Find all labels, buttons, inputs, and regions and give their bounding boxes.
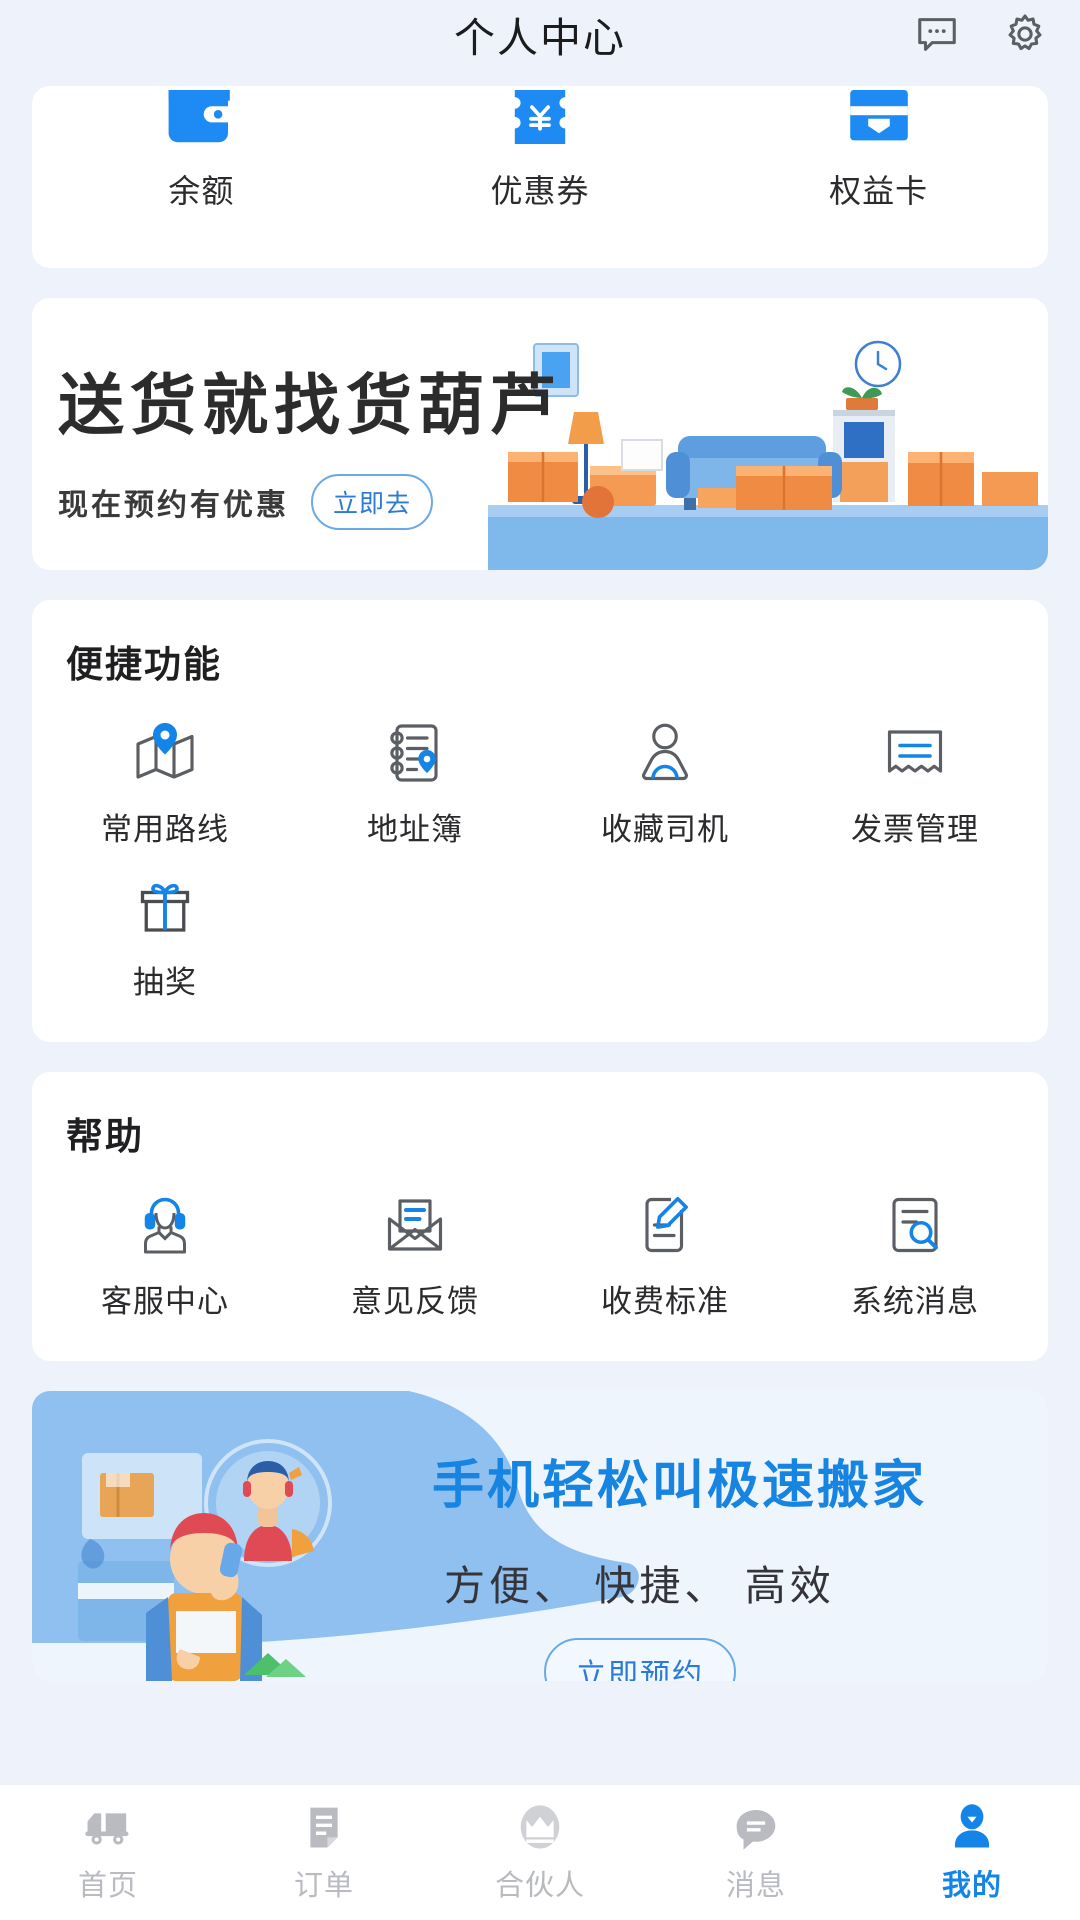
asset-item-balance[interactable]: 余额 (32, 86, 371, 212)
promo-title: 手机轻松叫极速搬家 (432, 1457, 928, 1515)
order-doc-icon (299, 1802, 349, 1852)
coupon-icon (501, 90, 579, 144)
headset-agent-icon (132, 1192, 198, 1258)
header-actions (914, 11, 1048, 57)
help-section: 帮助 客服中心 意见反馈 收费标准 系统消息 (32, 1072, 1048, 1361)
truck-icon (83, 1802, 133, 1852)
grid-item-label: 发票管理 (851, 812, 979, 847)
asset-item-benefit-card[interactable]: 权益卡 (709, 86, 1048, 212)
chat-bubble-icon (731, 1802, 781, 1852)
asset-label: 权益卡 (829, 173, 929, 209)
price-doc-icon (632, 1192, 698, 1258)
help-section-title: 帮助 (66, 1116, 144, 1157)
grid-item-lottery[interactable]: 抽奖 (40, 859, 290, 1012)
grid-item-price-standard[interactable]: 收费标准 (540, 1178, 790, 1331)
tab-partner[interactable]: 合伙人 (432, 1802, 648, 1904)
promo-cta-button[interactable]: 立即预约 (544, 1638, 736, 1681)
promo-illustration (78, 1439, 332, 1681)
grid-item-label: 地址簿 (367, 812, 463, 847)
settings-icon[interactable] (1002, 11, 1048, 57)
hero-subtitle-row: 现在预约有优惠 立即去 (58, 474, 562, 530)
crown-icon (515, 1802, 565, 1852)
message-icon[interactable] (914, 11, 960, 57)
invoice-icon (882, 720, 948, 786)
hero-subtitle: 现在预约有优惠 (58, 489, 289, 522)
grid-item-label: 客服中心 (101, 1284, 229, 1319)
tab-profile[interactable]: 我的 (864, 1802, 1080, 1904)
hero-title: 送货就找货葫芦 (58, 368, 562, 442)
tab-label: 合伙人 (494, 1869, 585, 1902)
grid-item-system-message[interactable]: 系统消息 (790, 1178, 1040, 1331)
favorite-driver-icon (632, 720, 698, 786)
bottom-tab-bar: 首页 订单 合伙人 消息 我的 (0, 1784, 1080, 1920)
gift-icon (132, 873, 198, 939)
envelope-icon (382, 1192, 448, 1258)
grid-item-label: 常用路线 (101, 812, 229, 847)
search-doc-icon (882, 1192, 948, 1258)
grid-item-label: 系统消息 (851, 1284, 979, 1319)
help-grid: 客服中心 意见反馈 收费标准 系统消息 (40, 1178, 1040, 1331)
tab-home[interactable]: 首页 (0, 1802, 216, 1904)
page-title: 个人中心 (454, 15, 626, 61)
page-header: 个人中心 (0, 0, 1080, 68)
convenient-grid: 常用路线 地址簿 收藏司机 发票管理 抽奖 (40, 706, 1040, 1012)
tab-label: 消息 (725, 1869, 786, 1902)
asset-label: 余额 (168, 173, 235, 209)
grid-item-invoice[interactable]: 发票管理 (790, 706, 1040, 859)
convenient-section-title: 便捷功能 (66, 644, 222, 685)
grid-item-favorite-driver[interactable]: 收藏司机 (540, 706, 790, 859)
person-icon (947, 1802, 997, 1852)
map-route-icon (132, 720, 198, 786)
promo-banner[interactable]: 手机轻松叫极速搬家 方便、 快捷、 高效 立即预约 (32, 1391, 1048, 1681)
hero-text-block: 送货就找货葫芦 现在预约有优惠 立即去 (58, 372, 562, 530)
grid-item-address-book[interactable]: 地址簿 (290, 706, 540, 859)
tab-label: 我的 (941, 1869, 1002, 1902)
grid-item-feedback[interactable]: 意见反馈 (290, 1178, 540, 1331)
grid-item-common-routes[interactable]: 常用路线 (40, 706, 290, 859)
tab-messages[interactable]: 消息 (648, 1802, 864, 1904)
hero-illustration (488, 340, 1048, 570)
wallet-icon (162, 90, 240, 144)
tab-label: 订单 (293, 1869, 354, 1902)
promo-text-block: 手机轻松叫极速搬家 方便、 快捷、 高效 立即预约 (432, 1443, 1032, 1681)
asset-item-coupon[interactable]: 优惠券 (371, 86, 710, 212)
assets-card: 余额 优惠券 权益卡 (32, 86, 1048, 268)
grid-item-customer-service[interactable]: 客服中心 (40, 1178, 290, 1331)
benefit-card-icon (840, 90, 918, 144)
tab-label: 首页 (77, 1869, 138, 1902)
hero-banner[interactable]: 送货就找货葫芦 现在预约有优惠 立即去 (32, 298, 1048, 570)
hero-cta-button[interactable]: 立即去 (311, 474, 434, 530)
asset-label: 优惠券 (490, 173, 590, 209)
promo-subtitle: 方便、 快捷、 高效 (444, 1563, 835, 1609)
scroll-body: 余额 优惠券 权益卡 送货就找货葫芦 现在预约有优惠 立即去 便捷功能 常用路线… (0, 68, 1080, 1784)
grid-item-label: 意见反馈 (351, 1284, 479, 1319)
grid-item-label: 收藏司机 (601, 812, 729, 847)
tab-orders[interactable]: 订单 (216, 1802, 432, 1904)
personal-center-screen: 个人中心 余额 优惠券 权益卡 送货就找货葫芦 现在预约有优惠 立即去 便捷功能… (0, 0, 1080, 1920)
grid-item-label: 抽奖 (133, 965, 197, 1000)
address-book-icon (382, 720, 448, 786)
grid-item-label: 收费标准 (601, 1284, 729, 1319)
convenient-functions-section: 便捷功能 常用路线 地址簿 收藏司机 发票管理 抽奖 (32, 600, 1048, 1042)
